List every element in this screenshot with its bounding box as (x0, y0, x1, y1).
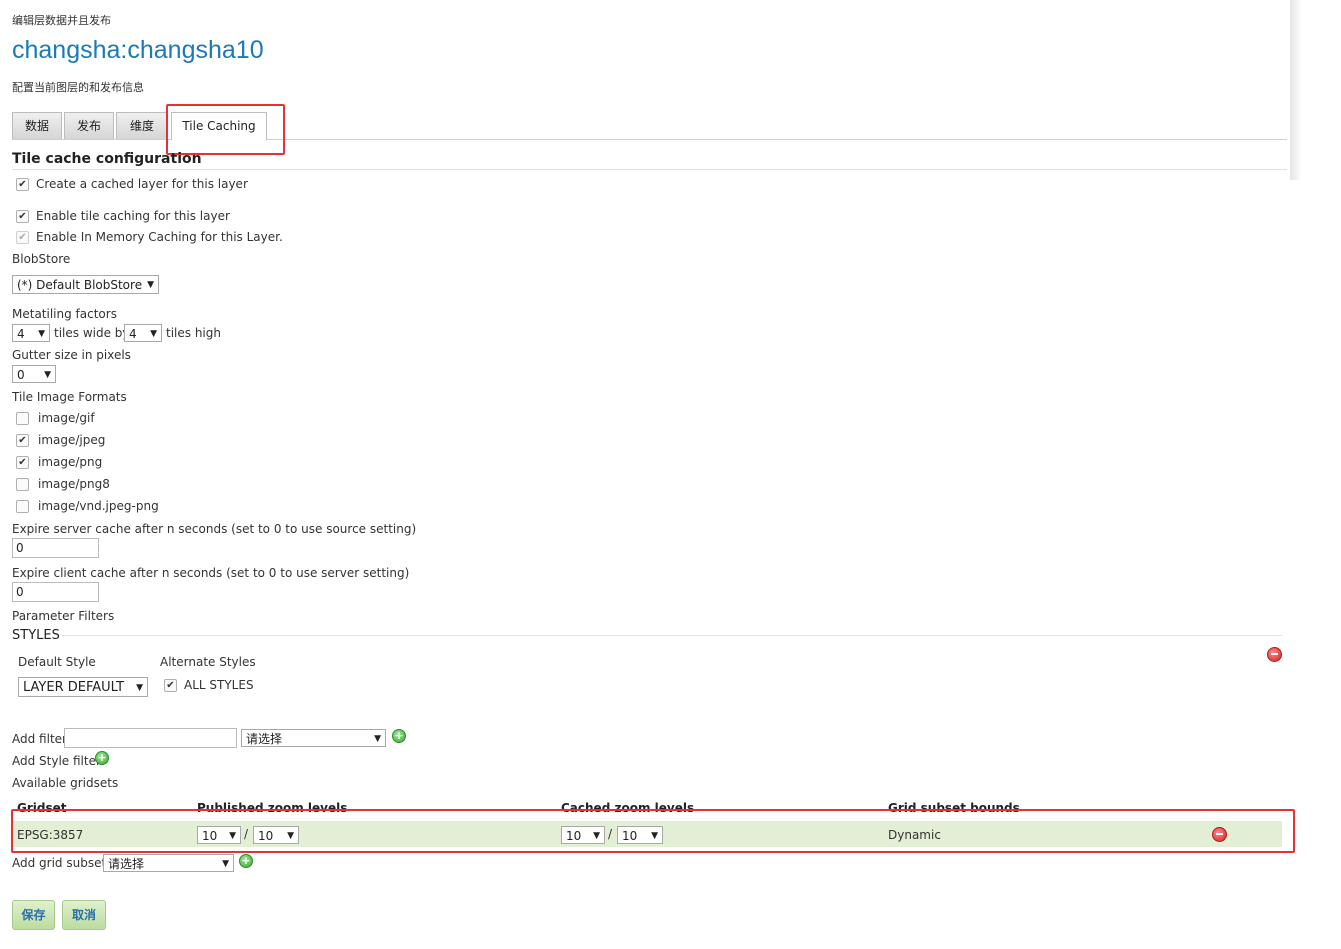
enable-tile-caching-label: Enable tile caching for this layer (36, 209, 230, 223)
metatiling-wide-text: tiles wide by (54, 326, 130, 340)
expire-server-label: Expire server cache after n seconds (set… (12, 522, 417, 536)
format-gif-label: image/gif (38, 411, 95, 425)
page-shadow (1290, 0, 1302, 180)
section-divider (12, 169, 1287, 170)
page-title: changsha:changsha10 (12, 36, 264, 64)
gutter-value: 0 (17, 368, 25, 382)
formats-label: Tile Image Formats (12, 390, 127, 404)
format-png8-label: image/png8 (38, 477, 110, 491)
styles-legend: STYLES (12, 628, 60, 643)
gridsets-label: Available gridsets (12, 776, 119, 790)
format-png8-checkbox[interactable] (16, 478, 29, 491)
chevron-down-icon: ▼ (374, 734, 381, 744)
metatiling-wide-select[interactable]: 4 ▼ (12, 324, 50, 342)
breadcrumb: 编辑层数据并且发布 (12, 14, 111, 27)
add-filter-icon[interactable]: + (392, 729, 406, 743)
format-png-label: image/png (38, 455, 103, 469)
add-filter-type-value: 请选择 (246, 732, 283, 746)
cancel-button[interactable]: 取消 (62, 900, 106, 930)
metatiling-high-value: 4 (129, 327, 137, 341)
chevron-down-icon: ▼ (150, 329, 157, 339)
expire-client-input[interactable]: 0 (12, 582, 99, 602)
add-grid-subset-icon[interactable]: + (239, 854, 253, 868)
save-button[interactable]: 保存 (12, 900, 55, 930)
page-description: 配置当前图层的和发布信息 (12, 81, 144, 94)
chevron-down-icon: ▼ (44, 370, 51, 380)
expire-client-label: Expire client cache after n seconds (set… (12, 566, 410, 580)
chevron-down-icon: ▼ (136, 683, 143, 693)
alternate-styles-label: Alternate Styles (160, 655, 256, 669)
gutter-select[interactable]: 0 ▼ (12, 365, 56, 383)
default-style-select[interactable]: LAYER DEFAULT ▼ (18, 677, 148, 697)
enable-tile-caching-checkbox[interactable]: ✔ (16, 210, 29, 223)
add-filter-label: Add filter (12, 732, 67, 746)
create-cached-layer-checkbox[interactable]: ✔ (16, 178, 29, 191)
blobstore-select[interactable]: (*) Default BlobStore ▼ (12, 275, 159, 294)
enable-memory-caching-checkbox[interactable]: ✔ (16, 231, 29, 244)
format-jpeg-png-checkbox[interactable] (16, 500, 29, 513)
parameter-filters-label: Parameter Filters (12, 609, 115, 623)
tab-dimensions[interactable]: 维度 (116, 112, 168, 139)
styles-divider (62, 635, 1282, 636)
format-jpeg-png-label: image/vnd.jpeg-png (38, 499, 159, 513)
add-style-filter-icon[interactable]: + (95, 751, 109, 765)
default-style-label: Default Style (18, 655, 96, 669)
metatiling-wide-value: 4 (17, 327, 25, 341)
highlight-box-gridset (11, 809, 1295, 853)
metatiling-label: Metatiling factors (12, 307, 117, 321)
create-cached-layer-label: Create a cached layer for this layer (36, 177, 248, 191)
remove-filter-icon[interactable] (1267, 647, 1282, 662)
default-style-value: LAYER DEFAULT (23, 680, 125, 695)
expire-server-input[interactable]: 0 (12, 538, 99, 558)
highlight-box-tab (166, 104, 285, 155)
format-gif-checkbox[interactable] (16, 412, 29, 425)
chevron-down-icon: ▼ (147, 280, 154, 290)
format-jpeg-checkbox[interactable]: ✔ (16, 434, 29, 447)
format-png-checkbox[interactable]: ✔ (16, 456, 29, 469)
chevron-down-icon: ▼ (38, 329, 45, 339)
enable-memory-caching-label: Enable In Memory Caching for this Layer. (36, 230, 283, 244)
add-style-filter-label: Add Style filter (12, 754, 101, 768)
gutter-label: Gutter size in pixels (12, 348, 131, 362)
format-jpeg-label: image/jpeg (38, 433, 106, 447)
add-grid-subset-value: 请选择 (108, 857, 145, 871)
blobstore-select-value: (*) Default BlobStore (17, 278, 143, 292)
tab-publish[interactable]: 发布 (64, 112, 114, 139)
add-grid-subset-select[interactable]: 请选择 ▼ (103, 854, 234, 872)
metatiling-high-text: tiles high (166, 326, 221, 340)
chevron-down-icon: ▼ (222, 859, 229, 869)
all-styles-checkbox[interactable]: ✔ (164, 679, 177, 692)
metatiling-high-select[interactable]: 4 ▼ (124, 324, 162, 342)
blobstore-label: BlobStore (12, 252, 71, 266)
tab-data[interactable]: 数据 (12, 112, 62, 139)
section-title: Tile cache configuration (12, 151, 202, 167)
all-styles-label: ALL STYLES (184, 678, 254, 692)
add-grid-subset-label: Add grid subset: (12, 856, 111, 870)
add-filter-input[interactable] (64, 728, 237, 748)
add-filter-type-select[interactable]: 请选择 ▼ (241, 729, 386, 747)
